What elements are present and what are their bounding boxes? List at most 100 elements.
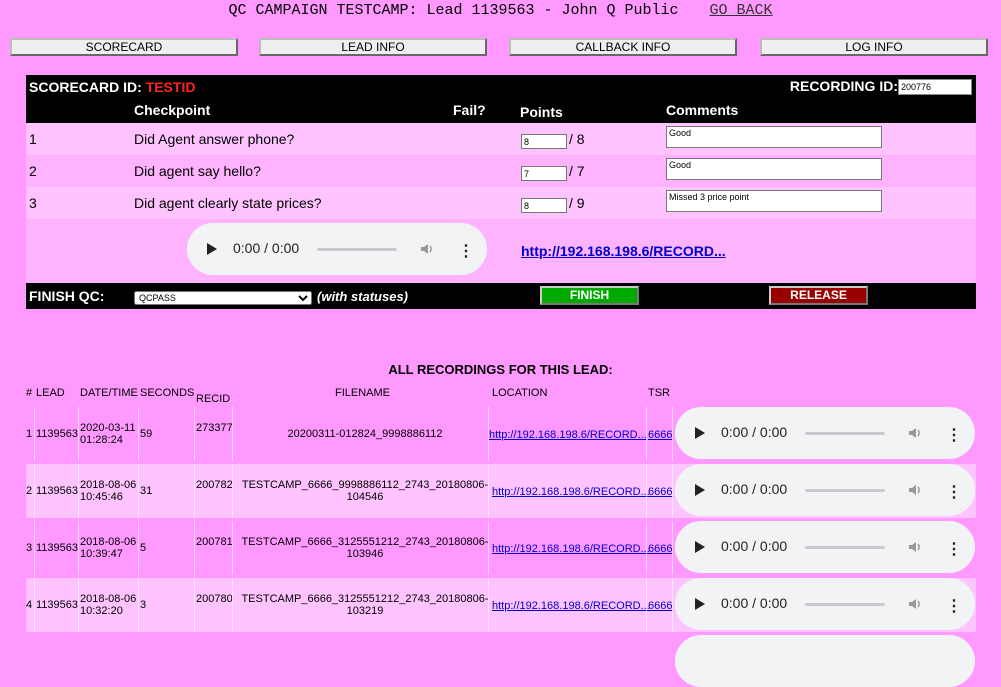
play-icon[interactable] <box>695 427 705 439</box>
row-date: 2018-08-06 <box>80 479 137 491</box>
checkpoint-text: Did agent clearly state prices? <box>134 195 322 211</box>
progress-track[interactable] <box>805 432 885 435</box>
row-location-link[interactable]: http://192.168.198.6/RECORD... <box>489 429 647 441</box>
player-time: 0:00 / 0:00 <box>721 595 788 611</box>
more-options-icon[interactable]: ⋮ <box>946 482 962 502</box>
row-location-link[interactable]: http://192.168.198.6/RECORD... <box>492 486 650 498</box>
row-recid: 200782 <box>196 479 233 491</box>
col-location: LOCATION <box>492 387 548 399</box>
cell-divider <box>672 464 673 518</box>
row-date: 2018-08-06 <box>80 593 137 605</box>
row-lead: 1139563 <box>36 428 79 440</box>
progress-track[interactable] <box>317 248 397 251</box>
cell-divider <box>194 407 195 461</box>
row-filename-1: TESTCAMP_6666_3125551212_2743_20180806- <box>241 593 489 605</box>
col-checkpoint: Checkpoint <box>134 102 211 118</box>
row-recid: 273377 <box>196 422 233 434</box>
status-select[interactable]: QCPASS <box>134 291 312 305</box>
comment-field[interactable]: Good <box>666 158 882 180</box>
row-seconds: 31 <box>140 485 153 497</box>
recording-row: 1 1139563 2020-03-11 01:28:24 59 273377 202003… <box>26 407 976 461</box>
row-audio-player[interactable] <box>675 635 975 687</box>
row-audio-player[interactable]: 0:00 / 0:00 ⋮ <box>675 578 975 630</box>
scorecard-id-value: TESTID <box>145 79 196 95</box>
row-filename-2: 103946 <box>346 548 384 560</box>
row-filename-1: TESTCAMP_6666_9998886112_2743_20180806- <box>241 479 489 491</box>
row-date: 2020-03-11 <box>80 422 136 434</box>
comment-field[interactable]: Good <box>666 126 882 148</box>
player-time: 0:00 / 0:00 <box>233 240 300 256</box>
cell-divider <box>646 464 647 518</box>
col-datetime: DATE/TIME <box>80 387 138 399</box>
volume-icon[interactable] <box>907 596 923 612</box>
play-icon[interactable] <box>695 484 705 496</box>
volume-icon[interactable] <box>907 482 923 498</box>
row-audio-player[interactable]: 0:00 / 0:00 ⋮ <box>675 464 975 516</box>
col-comments: Comments <box>666 102 739 118</box>
scorecard-header: SCORECARD ID: TESTID RECORDING ID: Check… <box>26 75 976 123</box>
cell-divider <box>138 521 139 575</box>
audio-player[interactable]: 0:00 / 0:00 ⋮ <box>187 223 487 275</box>
cell-divider <box>488 407 489 461</box>
col-fail: Fail? <box>453 102 486 118</box>
col-tsr: TSR <box>648 387 670 399</box>
volume-icon[interactable] <box>907 539 923 555</box>
col-recid: RECID <box>196 393 231 405</box>
row-tsr-link[interactable]: 6666 <box>648 600 672 612</box>
col-lead: LEAD <box>36 387 65 399</box>
row-tsr-link[interactable]: 6666 <box>648 486 672 498</box>
progress-track[interactable] <box>805 489 885 492</box>
volume-icon[interactable] <box>419 241 435 257</box>
row-time: 10:39:47 <box>80 548 123 560</box>
progress-track[interactable] <box>805 603 885 606</box>
cell-divider <box>232 521 233 575</box>
play-icon[interactable] <box>695 598 705 610</box>
cell-divider <box>672 407 673 461</box>
lead-info-button[interactable]: LEAD INFO <box>259 38 487 56</box>
cell-divider <box>34 578 35 632</box>
more-options-icon[interactable]: ⋮ <box>458 241 474 261</box>
row-location-link[interactable]: http://192.168.198.6/RECORD... <box>492 543 650 555</box>
row-time: 01:28:24 <box>80 434 123 446</box>
cell-divider <box>138 464 139 518</box>
cell-divider <box>646 578 647 632</box>
row-location-link[interactable]: http://192.168.198.6/RECORD... <box>492 600 650 612</box>
row-lead: 1139563 <box>36 599 79 611</box>
points-input[interactable] <box>521 166 567 181</box>
volume-icon[interactable] <box>907 425 923 441</box>
row-num: 1 <box>26 428 33 440</box>
callback-info-button[interactable]: CALLBACK INFO <box>509 38 737 56</box>
row-filename-1: 20200311-012824_9998886112 <box>287 428 443 440</box>
row-time: 10:45:46 <box>80 491 123 503</box>
col-num: # <box>26 387 33 399</box>
recording-link[interactable]: http://192.168.198.6/RECORD... <box>521 243 726 259</box>
cell-divider <box>194 464 195 518</box>
cell-divider <box>78 578 79 632</box>
finish-button[interactable]: FINISH <box>540 286 639 305</box>
more-options-icon[interactable]: ⋮ <box>946 596 962 616</box>
comment-field[interactable]: Missed 3 price point <box>666 190 882 212</box>
cell-divider <box>488 521 489 575</box>
checkpoint-num: 2 <box>29 163 37 179</box>
log-info-button[interactable]: LOG INFO <box>760 38 988 56</box>
play-icon[interactable] <box>207 243 217 255</box>
cell-divider <box>488 578 489 632</box>
go-back-link[interactable]: GO BACK <box>710 2 773 19</box>
release-button[interactable]: RELEASE <box>769 286 868 305</box>
progress-track[interactable] <box>805 546 885 549</box>
row-audio-player[interactable]: 0:00 / 0:00 ⋮ <box>675 407 975 459</box>
row-tsr-link[interactable]: 6666 <box>648 543 672 555</box>
recording-id-input[interactable] <box>898 79 972 95</box>
player-time: 0:00 / 0:00 <box>721 481 788 497</box>
more-options-icon[interactable]: ⋮ <box>946 425 962 445</box>
points-input[interactable] <box>521 134 567 149</box>
cell-divider <box>232 407 233 461</box>
row-audio-player[interactable]: 0:00 / 0:00 ⋮ <box>675 521 975 573</box>
points-input[interactable] <box>521 198 567 213</box>
cell-divider <box>78 521 79 575</box>
scorecard-button[interactable]: SCORECARD <box>10 38 238 56</box>
col-points: Points <box>520 104 563 120</box>
row-tsr-link[interactable]: 6666 <box>648 429 672 441</box>
more-options-icon[interactable]: ⋮ <box>946 539 962 559</box>
play-icon[interactable] <box>695 541 705 553</box>
